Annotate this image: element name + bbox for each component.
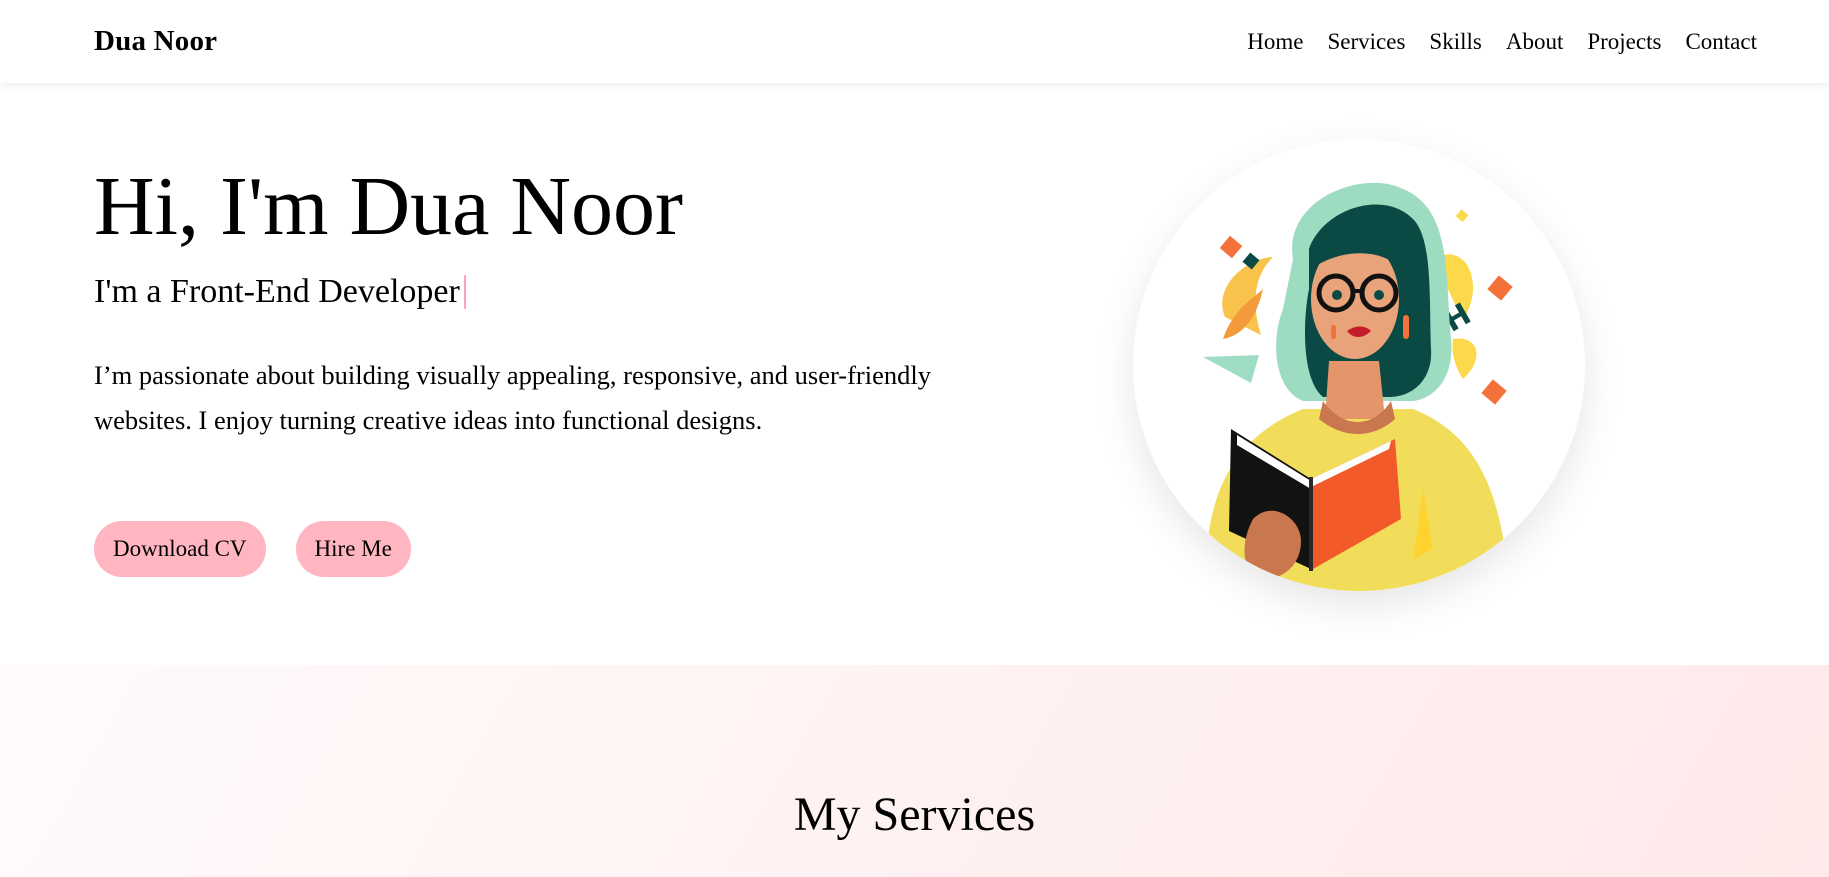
nav-link-projects[interactable]: Projects — [1587, 29, 1661, 54]
hero-section: Hi, I'm Dua Noor I'm a Front-End Develop… — [0, 83, 1829, 665]
services-title: My Services — [793, 788, 1036, 841]
hero-description: I’m passionate about building visually a… — [94, 360, 931, 435]
nav-item-skills: Skills — [1429, 29, 1481, 55]
nav-link-contact[interactable]: Contact — [1685, 29, 1757, 54]
woman-reading-book-icon: H — [1133, 139, 1585, 591]
nav-item-services: Services — [1328, 29, 1406, 55]
nav-link-about[interactable]: About — [1506, 29, 1564, 54]
nav-item-projects: Projects — [1587, 29, 1661, 55]
profile-avatar: H — [1133, 139, 1585, 591]
nav-links: Home Services Skills About Projects Cont… — [1247, 29, 1757, 55]
site-logo[interactable]: Dua Noor — [94, 25, 217, 58]
nav-item-contact: Contact — [1685, 29, 1757, 55]
nav-item-home: Home — [1247, 29, 1303, 55]
nav-item-about: About — [1506, 29, 1564, 55]
typing-cursor — [463, 275, 466, 309]
typed-role-text: I'm a Front-End Developer — [94, 273, 460, 310]
hero-subtitle: I'm a Front-End Developer — [94, 273, 466, 311]
nav-link-skills[interactable]: Skills — [1429, 29, 1481, 54]
navbar: Dua Noor Home Services Skills About Proj… — [0, 0, 1829, 83]
hero-title: Hi, I'm Dua Noor — [94, 160, 684, 253]
nav-link-home[interactable]: Home — [1247, 29, 1303, 54]
hire-me-button[interactable]: Hire Me — [295, 521, 411, 577]
hero-buttons: Download CV Hire Me — [94, 521, 411, 577]
nav-link-services[interactable]: Services — [1328, 29, 1406, 54]
services-section: My Services — [0, 665, 1829, 877]
download-cv-button[interactable]: Download CV — [94, 521, 266, 577]
